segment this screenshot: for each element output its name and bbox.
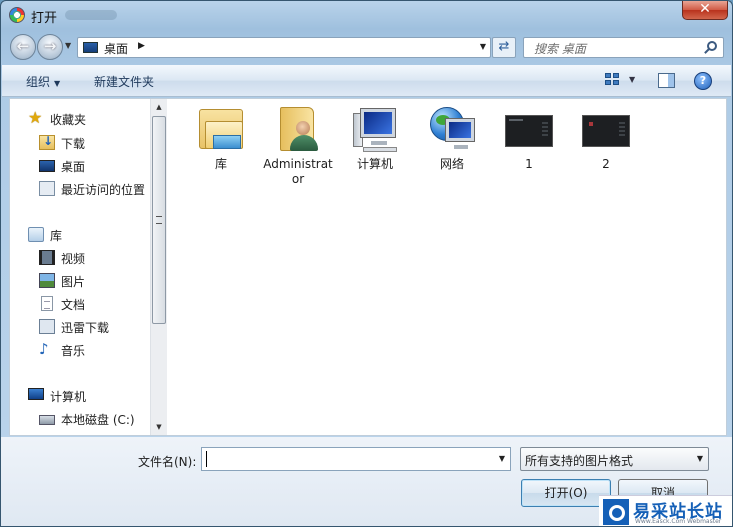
app-icon [9, 7, 25, 23]
recent-places-icon [39, 181, 55, 196]
change-view-icon[interactable] [605, 73, 621, 87]
refresh-button[interactable]: ⇄ [492, 37, 516, 58]
new-folder-button[interactable]: 新建文件夹 [94, 73, 154, 90]
library-icon [28, 227, 44, 242]
file-item-label: 2 [602, 157, 610, 171]
close-button[interactable]: ✕ [682, 1, 728, 20]
search-input[interactable]: 搜索 桌面 [523, 37, 724, 58]
star-icon: ★ [28, 108, 43, 127]
sidebar-item-label: 本地磁盘 (C:) [61, 413, 135, 427]
scrollbar-thumb[interactable] [152, 116, 166, 324]
chevron-down-icon: ▼ [54, 79, 61, 88]
command-toolbar: 组织 ▼ 新建文件夹 ▼ ? [2, 65, 731, 97]
download-folder-icon [39, 134, 55, 150]
chevron-down-icon: ▼ [696, 454, 703, 463]
sidebar-item-label: 库 [50, 229, 63, 243]
file-item-label: 1 [525, 157, 533, 171]
open-file-dialog: 打开 ✕ ← → ▼ 桌面 ▶ ▼ ⇄ 搜索 桌面 组织▼ 新建文件夹 ▼ ? [0, 0, 733, 527]
sidebar-item-label: 文档 [61, 298, 86, 312]
sidebar-item-label: 图片 [61, 275, 86, 289]
computer-icon [28, 388, 44, 400]
sidebar-item-label: 下载 [61, 137, 86, 151]
file-item-network[interactable]: 网络 [417, 105, 487, 172]
site-logo-icon [603, 499, 629, 525]
filename-history-dropdown-icon[interactable]: ▼ [499, 454, 505, 463]
address-bar[interactable]: 桌面 ▶ ▼ [77, 37, 491, 58]
library-folder-icon [197, 105, 245, 153]
navigation-pane: ★ 收藏夹 下载 桌面 最近访问的位置 库 视频 [10, 99, 150, 435]
filename-label: 文件名(N): [138, 455, 197, 469]
file-type-value: 所有支持的图片格式 [525, 454, 634, 468]
preview-pane-icon[interactable] [658, 73, 675, 88]
site-watermark: 易采站长站 Www.Easck.Com Webmaster [599, 495, 732, 526]
file-item-libraries[interactable]: 库 [186, 105, 256, 172]
file-item-label: 网络 [439, 157, 464, 171]
local-disk-icon [39, 415, 55, 425]
open-button[interactable]: 打开(O) [521, 479, 611, 507]
sidebar-item-label: 视频 [61, 252, 86, 266]
image-thumbnail-icon [582, 105, 630, 153]
search-icon[interactable] [707, 41, 717, 51]
back-button[interactable]: ← [10, 34, 36, 60]
sidebar-item-label: 桌面 [61, 160, 86, 174]
video-icon [39, 250, 55, 265]
file-item-label: Administrator [263, 157, 333, 186]
title-bar: 打开 ✕ [1, 1, 732, 29]
file-item-computer[interactable]: 计算机 [340, 105, 410, 172]
file-item-label: 计算机 [356, 157, 393, 171]
network-icon [428, 105, 476, 153]
view-options-dropdown-icon[interactable]: ▼ [629, 75, 635, 84]
file-item-image-2[interactable]: 2 [571, 105, 641, 172]
file-item-image-1[interactable]: 1 [494, 105, 564, 172]
filename-input[interactable]: ▼ [201, 447, 511, 471]
file-list: 库 Administrator 计算机 网络 1 2 [170, 99, 726, 435]
picture-icon [39, 273, 55, 288]
window-title: 打开 [31, 11, 58, 26]
browser-area: ★ 收藏夹 下载 桌面 最近访问的位置 库 视频 [9, 98, 727, 436]
scroll-up-arrow-icon[interactable]: ▲ [151, 99, 167, 115]
file-item-administrator[interactable]: Administrator [263, 105, 333, 187]
thunder-download-icon [39, 319, 55, 334]
organize-label: 组织 [26, 75, 51, 89]
file-item-label: 库 [214, 157, 227, 171]
desktop-icon [83, 42, 98, 53]
navigation-bar: ← → ▼ 桌面 ▶ ▼ ⇄ 搜索 桌面 [1, 31, 732, 61]
refresh-icon: ⇄ [498, 39, 510, 54]
chevron-right-icon[interactable]: ▶ [138, 41, 145, 51]
desktop-icon [39, 160, 55, 172]
music-icon: ♪ [39, 340, 49, 358]
image-thumbnail-icon [505, 105, 553, 153]
scroll-down-arrow-icon[interactable]: ▼ [151, 419, 167, 435]
help-icon[interactable]: ? [694, 72, 712, 90]
forward-button[interactable]: → [37, 34, 63, 60]
watermark-subtext: Www.Easck.Com Webmaster [635, 518, 722, 525]
organize-button[interactable]: 组织 ▼ [26, 73, 60, 90]
text-cursor [206, 451, 207, 467]
navigation-pane-scrollbar[interactable]: ▲ ▼ [150, 99, 167, 435]
sidebar-item-label: 收藏夹 [50, 113, 87, 127]
address-crumb-desktop[interactable]: 桌面 [104, 40, 128, 57]
sidebar-item-label: 迅雷下载 [61, 321, 110, 335]
file-type-select[interactable]: 所有支持的图片格式 ▼ [520, 447, 709, 471]
search-placeholder: 搜索 桌面 [534, 42, 586, 56]
sidebar-item-label: 最近访问的位置 [61, 183, 146, 197]
recent-pages-dropdown-icon[interactable]: ▼ [65, 41, 71, 50]
address-dropdown-icon[interactable]: ▼ [480, 42, 486, 51]
blurred-title-region [65, 10, 117, 20]
sidebar-item-label: 计算机 [50, 390, 87, 404]
user-folder-icon [274, 105, 322, 153]
sidebar-item-label: 音乐 [61, 344, 86, 358]
computer-icon [351, 105, 399, 153]
document-icon [41, 296, 53, 311]
